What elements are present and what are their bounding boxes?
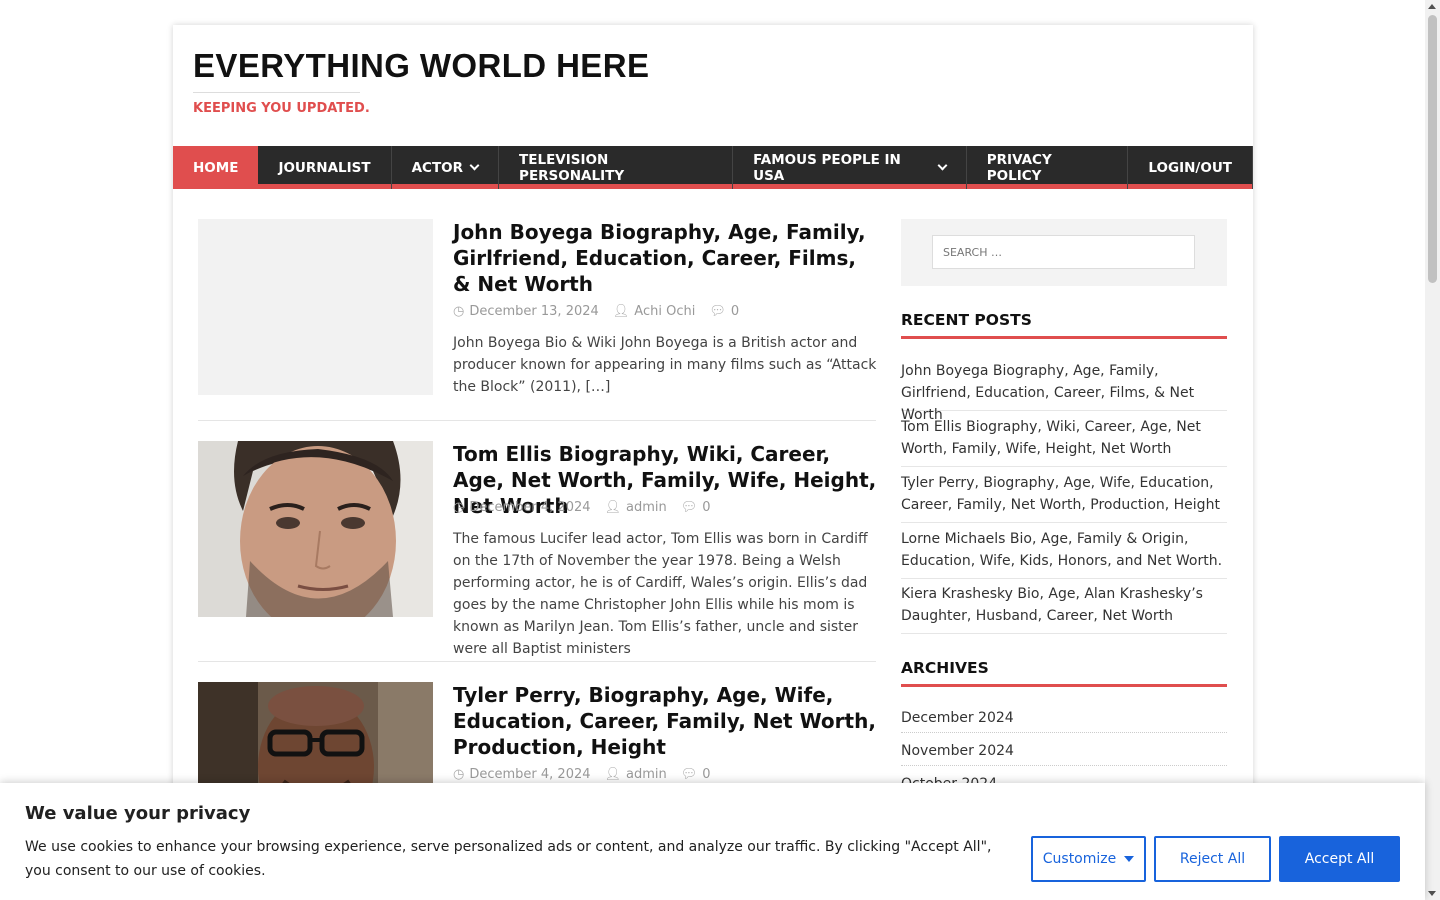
nav-item-label: HOME	[193, 159, 239, 176]
site-title[interactable]: EVERYTHING WORLD HERE	[193, 47, 649, 85]
main-navigation: HOME JOURNALIST ACTOR TELEVISION PERSONA…	[173, 146, 1253, 189]
nav-item-label: LOGIN/OUT	[1148, 159, 1232, 176]
post-meta: ◷ December 13, 2024 👤︎ Achi Ochi 💬︎ 0	[453, 304, 739, 319]
comment-icon: 💬︎	[709, 304, 726, 319]
post-date[interactable]: December 13, 2024	[469, 304, 598, 319]
scroll-up-arrow-icon[interactable]	[1428, 4, 1436, 9]
archive-link[interactable]: November 2024	[901, 743, 1227, 766]
search-input[interactable]: SEARCH …	[932, 235, 1195, 269]
post-excerpt: John Boyega Bio & Wiki John Boyega is a …	[453, 335, 877, 395]
post-divider	[198, 661, 876, 662]
post-comment-count[interactable]: 0	[731, 304, 739, 319]
recent-post-link[interactable]: Tyler Perry, Biography, Age, Wife, Educa…	[901, 472, 1227, 523]
archives-title: ARCHIVES	[901, 659, 1227, 687]
title-divider	[193, 92, 360, 93]
archive-link[interactable]: December 2024	[901, 710, 1227, 733]
cookie-banner-title: We value your privacy	[25, 803, 251, 824]
nav-item-journalist[interactable]: JOURNALIST	[258, 146, 392, 189]
user-icon: 👤︎	[612, 304, 630, 319]
nav-item-label: PRIVACY POLICY	[986, 151, 1052, 184]
post-item: Tom Ellis Biography, Wiki, Career, Age, …	[198, 441, 876, 657]
recent-posts-title: RECENT POSTS	[901, 311, 1227, 339]
recent-post-link[interactable]: Tom Ellis Biography, Wiki, Career, Age, …	[901, 416, 1227, 467]
recent-post-link[interactable]: Kiera Krashesky Bio, Age, Alan Krashesky…	[901, 583, 1227, 634]
site-tagline: KEEPING YOU UPDATED.	[193, 101, 370, 116]
user-icon: 👤︎	[604, 767, 622, 782]
nav-item-label: ACTOR	[411, 159, 464, 176]
cookie-banner-text: We use cookies to enhance your browsing …	[25, 839, 992, 879]
recent-post-link[interactable]: Lorne Michaels Bio, Age, Family & Origin…	[901, 528, 1227, 579]
nav-item-actor[interactable]: ACTOR	[392, 146, 500, 189]
clock-icon: ◷	[453, 500, 465, 515]
chevron-down-icon	[937, 160, 948, 171]
search-widget: SEARCH …	[901, 219, 1227, 286]
accept-all-button[interactable]: Accept All	[1279, 836, 1400, 882]
customize-button-label: Customize	[1042, 851, 1117, 867]
comment-icon: 💬︎	[680, 767, 698, 782]
recent-post-link[interactable]: John Boyega Biography, Age, Family, Girl…	[901, 360, 1227, 423]
post-thumbnail-placeholder[interactable]	[198, 219, 433, 395]
post-author[interactable]: Achi Ochi	[634, 304, 695, 319]
post-title[interactable]: Tyler Perry, Biography, Age, Wife, Educa…	[453, 682, 878, 760]
nav-item-famous-people-in-usa[interactable]: FAMOUS PEOPLE IN USA	[733, 146, 967, 189]
portrait-image	[198, 441, 433, 617]
post-date[interactable]: December 4, 2024	[469, 500, 590, 515]
clock-icon: ◷	[453, 304, 465, 319]
nav-item-label: JOURNALIST	[278, 159, 371, 176]
page-container: EVERYTHING WORLD HERE KEEPING YOU UPDATE…	[173, 25, 1253, 900]
scroll-down-arrow-icon[interactable]	[1428, 891, 1436, 896]
nav-item-label: TELEVISION PERSONALITY	[519, 151, 625, 184]
post-comment-count[interactable]: 0	[702, 500, 710, 515]
post-title[interactable]: John Boyega Biography, Age, Family, Girl…	[453, 219, 878, 297]
post-divider	[198, 420, 876, 421]
nav-item-television-personality[interactable]: TELEVISION PERSONALITY	[499, 146, 734, 189]
nav-item-privacy-policy[interactable]: PRIVACY POLICY	[967, 146, 1129, 189]
reject-all-button[interactable]: Reject All	[1154, 836, 1271, 882]
post-meta: ◷ December 4, 2024 👤︎ admin 💬︎ 0	[453, 767, 711, 782]
post-thumbnail[interactable]	[198, 441, 433, 617]
scrollbar-thumb[interactable]	[1428, 15, 1437, 283]
post-item: John Boyega Biography, Age, Family, Girl…	[198, 219, 876, 399]
cookie-consent-banner: We value your privacy We use cookies to …	[0, 783, 1425, 900]
page-scrollbar[interactable]	[1425, 0, 1440, 900]
post-excerpt: The famous Lucifer lead actor, Tom Ellis…	[453, 531, 868, 657]
post-date[interactable]: December 4, 2024	[469, 767, 590, 782]
nav-item-home[interactable]: HOME	[173, 146, 259, 189]
clock-icon: ◷	[453, 767, 465, 782]
post-author[interactable]: admin	[626, 500, 667, 515]
caret-down-icon	[1124, 856, 1135, 862]
post-comment-count[interactable]: 0	[702, 767, 710, 782]
chevron-down-icon	[469, 160, 480, 171]
comment-icon: 💬︎	[680, 500, 698, 515]
user-icon: 👤︎	[604, 500, 622, 515]
post-author[interactable]: admin	[626, 767, 667, 782]
post-meta: ◷ December 4, 2024 👤︎ admin 💬︎ 0	[453, 500, 711, 515]
customize-button[interactable]: Customize	[1031, 836, 1146, 882]
nav-item-login-out[interactable]: LOGIN/OUT	[1128, 146, 1253, 189]
nav-item-label: FAMOUS PEOPLE IN USA	[753, 151, 901, 184]
